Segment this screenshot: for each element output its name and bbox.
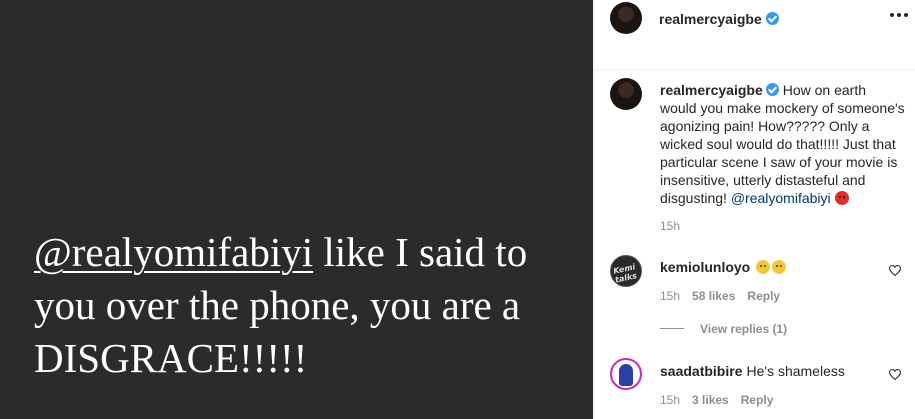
header-username[interactable]: realmercyaigbe xyxy=(659,11,779,27)
view-replies-label[interactable]: View replies (1) xyxy=(700,322,787,336)
comment-text: saadatbibire He's shameless xyxy=(660,363,845,379)
reply-button[interactable]: Reply xyxy=(747,289,780,303)
comment-likes[interactable]: 3 likes xyxy=(692,393,729,407)
reply-button[interactable]: Reply xyxy=(741,393,774,407)
caption-mention-link[interactable]: @realyomifabiyi xyxy=(731,190,831,206)
caption-time[interactable]: 15h xyxy=(660,219,680,233)
comment-time[interactable]: 15h xyxy=(660,289,680,303)
verified-badge-icon xyxy=(765,83,779,96)
post-image-mention: @realyomifabiyi xyxy=(34,229,314,275)
view-replies-button[interactable]: View replies (1) xyxy=(660,322,787,336)
caption-text: realmercyaigbe How on earth would you mak… xyxy=(660,81,905,207)
commenter-avatar-logo-text: Kemi talks xyxy=(612,262,638,285)
commenter-avatar[interactable] xyxy=(610,358,642,390)
comment-body: He's shameless xyxy=(746,363,845,379)
more-options-icon[interactable] xyxy=(890,10,910,20)
post-side-panel: realmercyaigbe realmercyaigbe How on eart… xyxy=(593,0,915,419)
view-replies-line xyxy=(660,328,684,329)
sad-face-emoji xyxy=(772,260,787,274)
post-image: @realyomifabiyi like I said to you over … xyxy=(0,0,593,419)
post-header: realmercyaigbe xyxy=(594,0,915,70)
heart-icon[interactable] xyxy=(889,265,901,276)
comment-username[interactable]: saadatbibire xyxy=(660,363,742,379)
comment-meta: 15h 3 likes Reply xyxy=(660,393,773,407)
comment-username[interactable]: kemiolunloyo xyxy=(660,259,750,275)
comment-time[interactable]: 15h xyxy=(660,393,680,407)
avatar-figure xyxy=(619,364,633,386)
caption-meta: 15h xyxy=(660,219,680,233)
post-image-text: @realyomifabiyi like I said to you over … xyxy=(34,226,584,385)
comment-meta: 15h 58 likes Reply xyxy=(660,289,780,303)
caption-avatar[interactable] xyxy=(610,78,642,110)
commenter-avatar[interactable]: Kemi talks xyxy=(610,255,642,287)
caption-username[interactable]: realmercyaigbe xyxy=(660,82,763,98)
comment-likes[interactable]: 58 likes xyxy=(692,289,735,303)
heart-icon[interactable] xyxy=(889,369,901,380)
header-username-text[interactable]: realmercyaigbe xyxy=(659,11,762,27)
header-avatar[interactable] xyxy=(610,2,642,34)
sad-face-emoji xyxy=(756,260,771,274)
verified-badge-icon xyxy=(765,12,779,25)
caption-body: How on earth would you make mockery of s… xyxy=(660,82,905,206)
comment-text: kemiolunloyo xyxy=(660,259,787,275)
angry-face-emoji xyxy=(834,191,849,205)
